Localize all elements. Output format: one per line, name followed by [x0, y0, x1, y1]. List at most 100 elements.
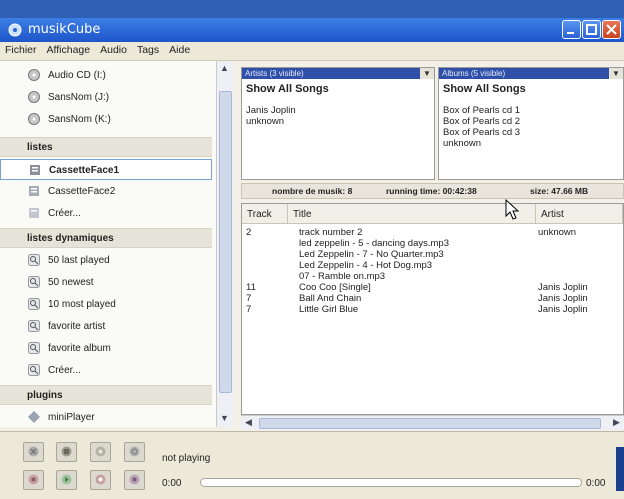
albums-show-all-songs[interactable]: Show All Songs: [439, 79, 623, 105]
column-header-artist[interactable]: Artist: [536, 204, 623, 224]
shuffle-icon: [95, 446, 106, 457]
sidebar-item-favorite-album[interactable]: favorite album: [0, 338, 212, 359]
table-row[interactable]: Led Zeppelin - 4 - Hot Dog.mp3: [242, 260, 623, 271]
table-row[interactable]: 11 Coo Coo [Single] Janis Joplin: [242, 282, 623, 293]
list-item[interactable]: Box of Pearls cd 2: [439, 116, 623, 127]
sidebar-item-creer-dynamic[interactable]: Créer...: [0, 360, 212, 381]
sidebar-item-label: favorite album: [48, 343, 111, 354]
artists-show-all-songs[interactable]: Show All Songs: [242, 79, 434, 105]
window-title: musikCube: [28, 22, 101, 37]
menu-bar: Fichier Affichage Audio Tags Aide: [0, 42, 624, 61]
sidebar-item-50-last-played[interactable]: 50 last played: [0, 250, 212, 271]
sidebar-item-label: SansNom (K:): [48, 114, 111, 125]
menu-audio[interactable]: Audio: [95, 42, 132, 56]
previous-icon: [28, 474, 39, 485]
albums-panel: Albums (5 visible) ▼ Show All Songs Box …: [438, 67, 624, 180]
search-icon: [28, 320, 40, 332]
sidebar-scrollbar[interactable]: ▲ ▼: [216, 61, 233, 427]
sidebar: Audio CD (I:) SansNom (J:) SansNom (K:) …: [0, 61, 217, 427]
desktop-background: [0, 0, 624, 20]
artist-cell: Janis Joplin: [538, 304, 588, 315]
menu-affichage[interactable]: Affichage: [42, 42, 96, 56]
sidebar-item-label: CassetteFace2: [48, 186, 116, 197]
pause-button[interactable]: [56, 442, 77, 462]
title-cell: Led Zeppelin - 7 - No Quarter.mp3: [299, 249, 444, 260]
sidebar-item-sansnom-k[interactable]: SansNom (K:): [0, 109, 212, 130]
app-icon: [8, 23, 22, 37]
section-header-text: listes dynamiques: [27, 233, 114, 244]
next-icon: [129, 474, 140, 485]
sidebar-item-sansnom-j[interactable]: SansNom (J:): [0, 87, 212, 108]
chevron-down-icon[interactable]: ▼: [609, 68, 623, 79]
table-row[interactable]: led zeppelin - 5 - dancing days.mp3: [242, 238, 623, 249]
list-item[interactable]: Janis Joplin: [242, 105, 434, 116]
title-cell: led zeppelin - 5 - dancing days.mp3: [299, 238, 449, 249]
playlist-icon: [29, 186, 39, 196]
shuffle-button[interactable]: [90, 442, 111, 462]
maximize-icon: [586, 24, 597, 35]
menu-aide[interactable]: Aide: [164, 42, 195, 56]
sidebar-item-miniplayer[interactable]: miniPlayer: [0, 407, 212, 428]
sidebar-item-creer-playlist[interactable]: Créer...: [0, 203, 212, 224]
track-cell: 7: [246, 293, 252, 304]
search-icon: [28, 276, 40, 288]
cd-icon: [28, 91, 40, 103]
table-row[interactable]: 7 Little Girl Blue Janis Joplin: [242, 304, 623, 315]
pause-icon: [61, 446, 72, 457]
sidebar-item-10-most-played[interactable]: 10 most played: [0, 294, 212, 315]
maximize-button[interactable]: [582, 20, 601, 39]
scroll-down-icon[interactable]: ▼: [220, 413, 229, 423]
table-horizontal-scrollbar[interactable]: ◀ ▶: [241, 415, 624, 430]
section-header-text: plugins: [27, 390, 63, 401]
column-header-title[interactable]: Title: [288, 204, 536, 224]
scrollbar-thumb[interactable]: [219, 91, 232, 393]
sidebar-item-audio-cd[interactable]: Audio CD (I:): [0, 65, 212, 86]
list-item[interactable]: Box of Pearls cd 3: [439, 127, 623, 138]
minimize-button[interactable]: [562, 20, 581, 39]
close-button[interactable]: [602, 20, 621, 39]
playlist-icon: [29, 208, 39, 218]
column-header-track[interactable]: Track: [242, 204, 288, 224]
title-cell: Coo Coo [Single]: [299, 282, 371, 293]
chevron-down-icon[interactable]: ▼: [420, 68, 434, 79]
section-header-text: listes: [27, 142, 53, 153]
playlists-header: listes: [0, 137, 212, 157]
stop-button[interactable]: [23, 442, 44, 462]
plugin-icon: [28, 411, 40, 423]
table-row[interactable]: 07 - Ramble on.mp3: [242, 271, 623, 282]
panel-header-text: Artists (3 visible): [245, 69, 304, 78]
song-table: Track Title Artist 2 track number 2 unkn…: [241, 203, 624, 415]
table-row[interactable]: Led Zeppelin - 7 - No Quarter.mp3: [242, 249, 623, 260]
sidebar-item-label: Audio CD (I:): [48, 70, 106, 81]
scroll-right-icon[interactable]: ▶: [613, 417, 620, 428]
next-button[interactable]: [124, 470, 145, 490]
scroll-up-icon[interactable]: ▲: [220, 63, 229, 73]
play-button[interactable]: [56, 470, 77, 490]
sidebar-item-favorite-artist[interactable]: favorite artist: [0, 316, 212, 337]
scrollbar-thumb[interactable]: [259, 418, 601, 429]
sidebar-item-50-newest[interactable]: 50 newest: [0, 272, 212, 293]
artist-cell: Janis Joplin: [538, 282, 588, 293]
panel-header-text: Albums (5 visible): [442, 69, 506, 78]
search-icon: [28, 254, 40, 266]
list-item[interactable]: unknown: [439, 138, 623, 149]
list-item[interactable]: unknown: [242, 116, 434, 127]
menu-tags[interactable]: Tags: [132, 42, 164, 56]
table-row[interactable]: 7 Ball And Chain Janis Joplin: [242, 293, 623, 304]
mouse-pointer-icon: [505, 199, 520, 220]
cd-icon: [28, 113, 40, 125]
sidebar-item-cassetteface2[interactable]: CassetteFace2: [0, 181, 212, 202]
sidebar-item-label: CassetteFace1: [49, 165, 120, 176]
previous-button[interactable]: [23, 470, 44, 490]
repeat-button[interactable]: [124, 442, 145, 462]
sidebar-item-cassetteface1[interactable]: CassetteFace1: [0, 159, 212, 180]
list-item[interactable]: Box of Pearls cd 1: [439, 105, 623, 116]
menu-fichier[interactable]: Fichier: [0, 42, 42, 56]
title-cell: Ball And Chain: [299, 293, 362, 304]
sidebar-item-label: SansNom (J:): [48, 92, 110, 103]
scroll-left-icon[interactable]: ◀: [245, 417, 252, 428]
playback-progress-slider[interactable]: [200, 478, 582, 487]
cd-icon: [28, 69, 40, 81]
stop-playback-button[interactable]: [90, 470, 111, 490]
table-row[interactable]: 2 track number 2 unknown: [242, 227, 623, 238]
